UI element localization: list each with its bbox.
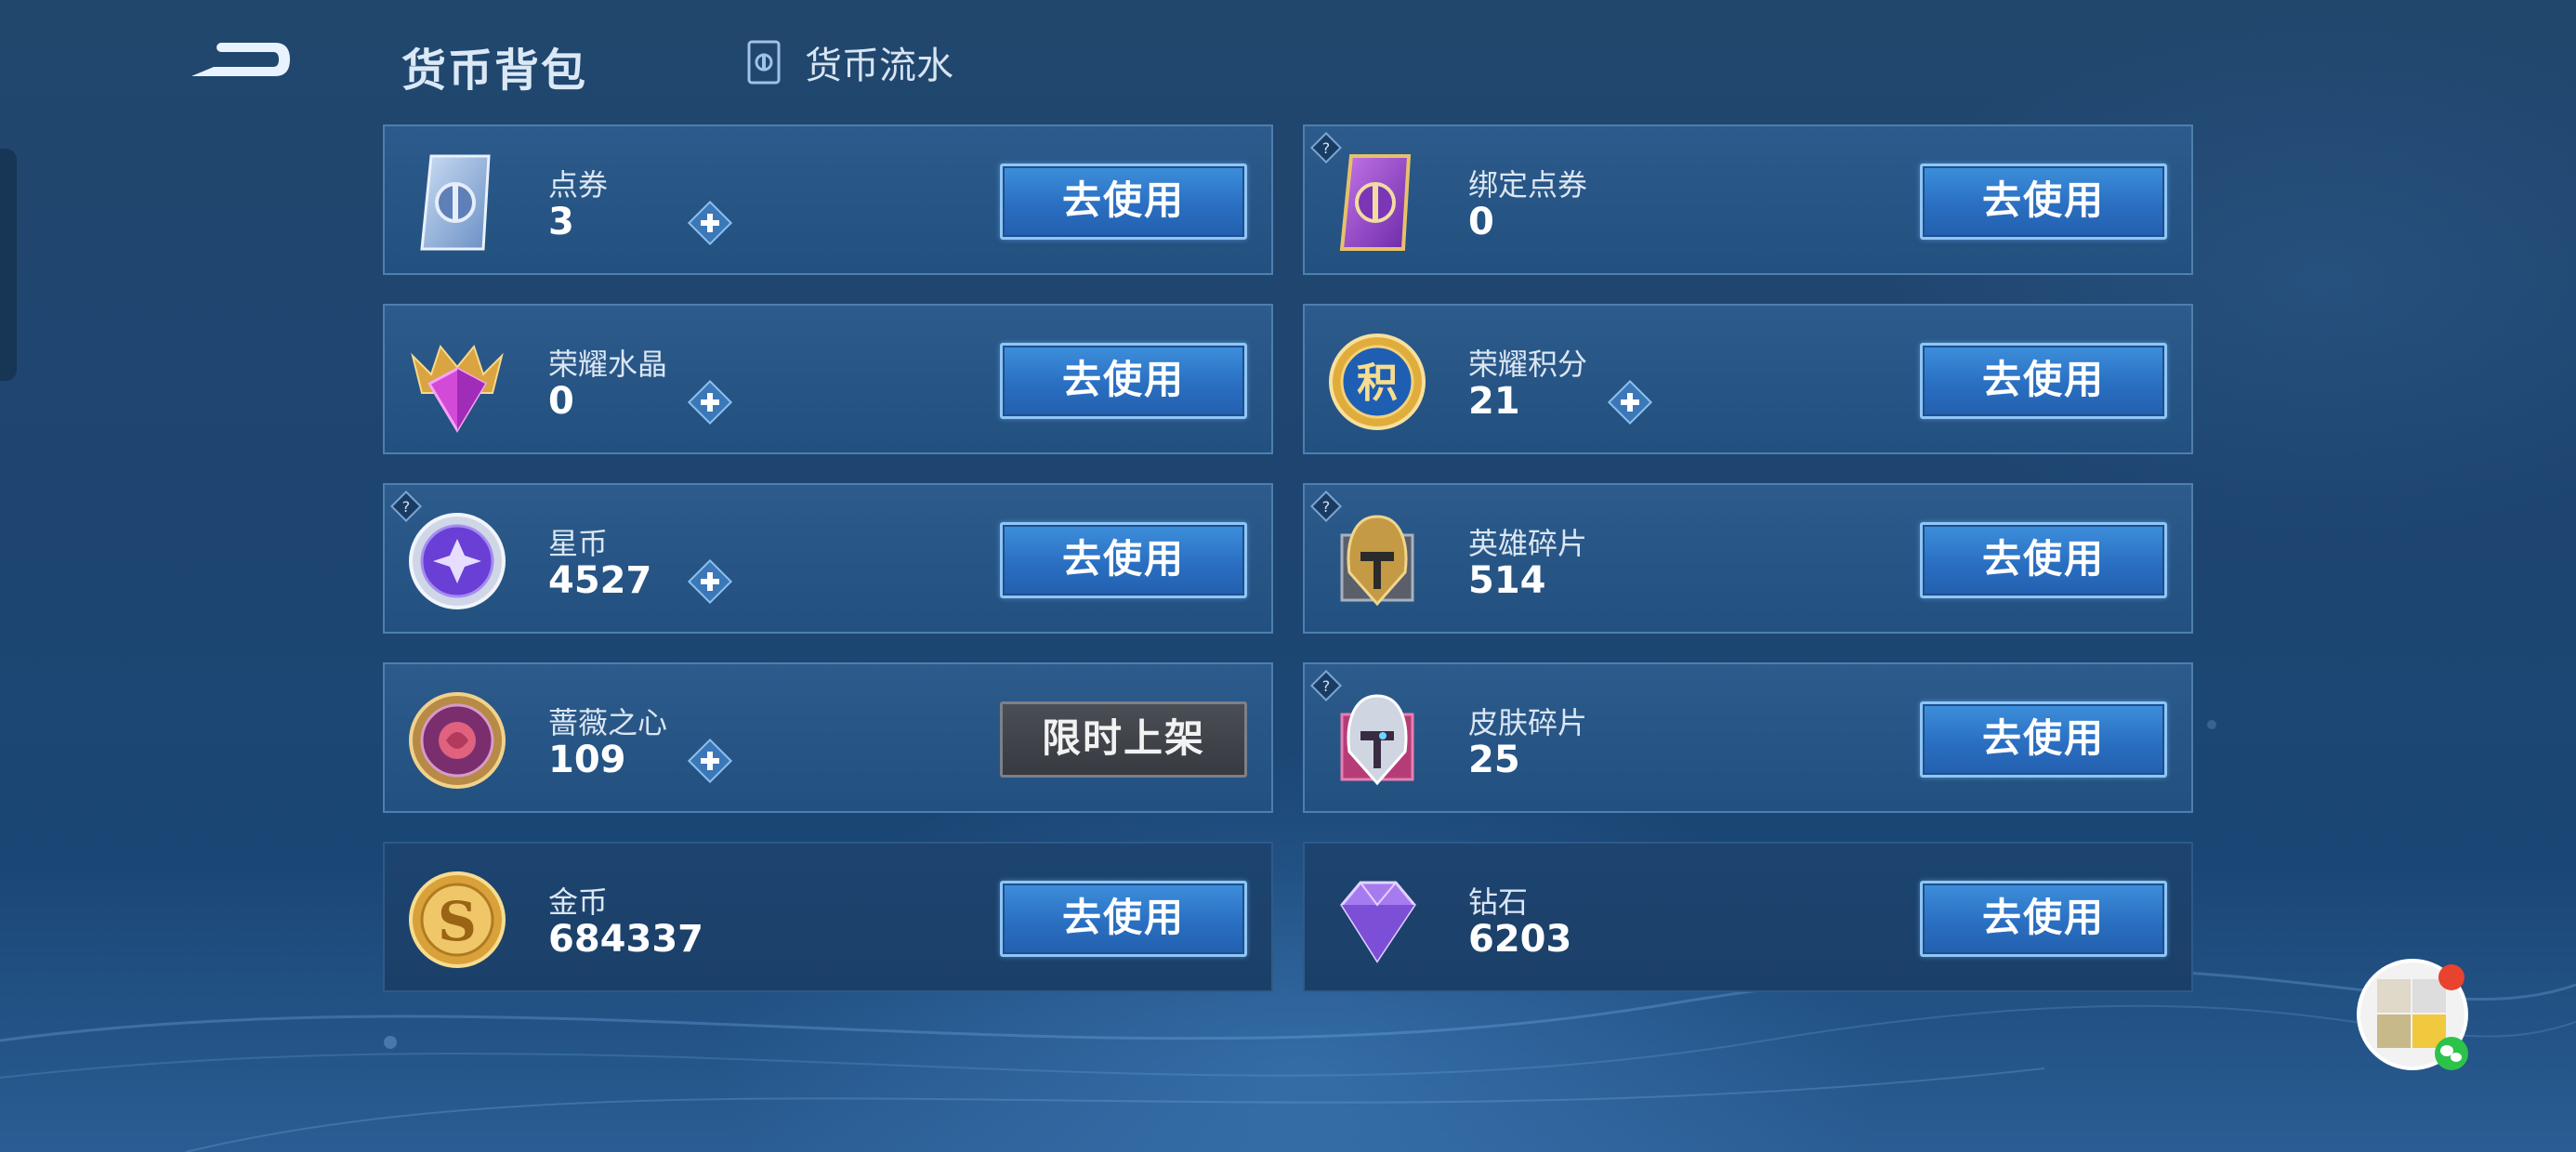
currency-name: 星币 [548,526,609,561]
currency-value: 0 [548,380,574,423]
currency-card-rose-heart: 蔷薇之心 109 限时上架 [383,662,1273,813]
currency-name: 皮肤碎片 [1468,705,1588,740]
currency-card-glory-points: 积 荣耀积分 21 去使用 [1303,304,2193,454]
currency-card-diamond: 钻石 6203 去使用 [1303,842,2193,992]
currency-name: 点券 [548,167,609,203]
currency-card-glory-crystal: 荣耀水晶 0 去使用 [383,304,1273,454]
diamond-icon [1340,881,1416,963]
currency-card-ticket: 点券 3 去使用 [383,124,1273,275]
rose-heart-icon [409,692,506,789]
use-button[interactable]: 去使用 [1000,881,1247,957]
svg-text:S: S [438,890,477,953]
side-drawer-handle[interactable] [0,149,17,381]
currency-value: 3 [548,201,574,243]
currency-name: 英雄碎片 [1468,526,1588,561]
tab-currency-flow-label: 货币流水 [805,45,953,87]
use-button[interactable]: 去使用 [1920,522,2167,598]
ticket-icon [420,154,491,251]
currency-card-skin-fragment: ? 皮肤碎片 25 去使用 [1303,662,2193,813]
currency-card-hero-fragment: ? 英雄碎片 514 去使用 [1303,483,2193,634]
currency-value: 514 [1468,559,1546,602]
gold-coin-icon: S [409,871,506,968]
use-button[interactable]: 去使用 [1000,343,1247,419]
currency-value: 21 [1468,380,1520,423]
use-button[interactable]: 去使用 [1920,701,2167,778]
back-arrow-icon[interactable] [186,33,296,87]
currency-value: 684337 [548,918,703,961]
tab-currency-flow[interactable]: 货币流水 [740,33,953,91]
use-button[interactable]: 去使用 [1920,164,2167,240]
add-plus-icon[interactable] [684,197,736,249]
currency-card-gold-coin: S 金币 684337 去使用 [383,842,1273,992]
currency-name: 钻石 [1468,884,1529,920]
currency-name: 荣耀水晶 [548,347,668,382]
glory-points-char: 积 [1357,360,1398,407]
currency-name: 蔷薇之心 [548,705,668,740]
bound-ticket-icon [1339,154,1412,251]
currency-card-star-coin: ? 星币 4527 去使用 [383,483,1273,634]
star-coin-icon [409,513,506,609]
currency-flow-icon [747,40,781,85]
currency-value: 4527 [548,559,652,602]
currency-value: 0 [1468,201,1494,243]
hero-fragment-icon [1340,515,1414,607]
limited-time-button[interactable]: 限时上架 [1000,701,1247,778]
add-plus-icon[interactable] [684,376,736,428]
currency-name: 金币 [548,884,609,920]
skin-fragment-icon [1340,694,1414,786]
add-plus-icon[interactable] [684,556,736,608]
currency-card-bound-ticket: ? 绑定点券 0 去使用 [1303,124,2193,275]
use-button[interactable]: 去使用 [1000,522,1247,598]
glory-crystal-icon [411,344,504,433]
currency-value: 109 [548,739,626,781]
add-plus-icon[interactable] [1604,376,1656,428]
use-button[interactable]: 去使用 [1920,881,2167,957]
currency-name: 绑定点券 [1468,167,1588,203]
currency-name: 荣耀积分 [1468,347,1588,382]
currency-value: 25 [1468,739,1520,781]
use-button[interactable]: 去使用 [1000,164,1247,240]
page-title: 货币背包 [401,45,588,97]
use-button[interactable]: 去使用 [1920,343,2167,419]
notification-dot [2438,964,2464,990]
add-plus-icon[interactable] [684,735,736,787]
glory-points-icon: 积 [1329,334,1426,430]
currency-value: 6203 [1468,918,1572,961]
floating-avatar-widget[interactable] [2355,957,2476,1078]
